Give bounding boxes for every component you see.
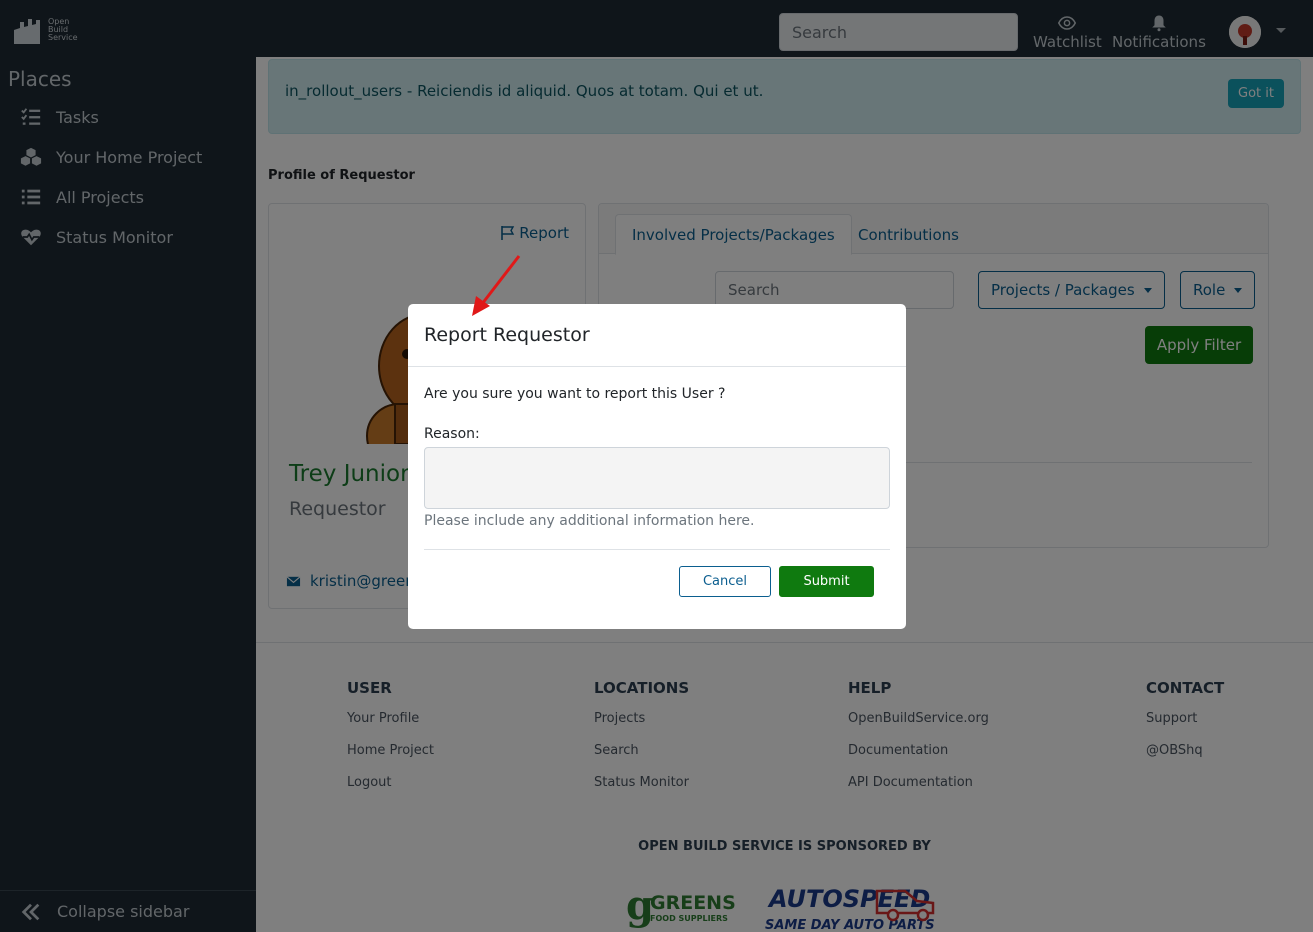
reason-label: Reason:: [424, 426, 480, 442]
reason-help-text: Please include any additional informatio…: [424, 513, 755, 529]
submit-button[interactable]: Submit: [779, 566, 874, 597]
report-modal: Report Requestor Are you sure you want t…: [408, 304, 906, 629]
annotation-arrow-icon: [472, 255, 521, 316]
cancel-button[interactable]: Cancel: [679, 566, 771, 597]
reason-textarea[interactable]: [424, 447, 890, 509]
modal-question: Are you sure you want to report this Use…: [424, 386, 726, 402]
modal-footer-divider: [424, 549, 890, 550]
modal-title: Report Requestor: [424, 324, 590, 346]
